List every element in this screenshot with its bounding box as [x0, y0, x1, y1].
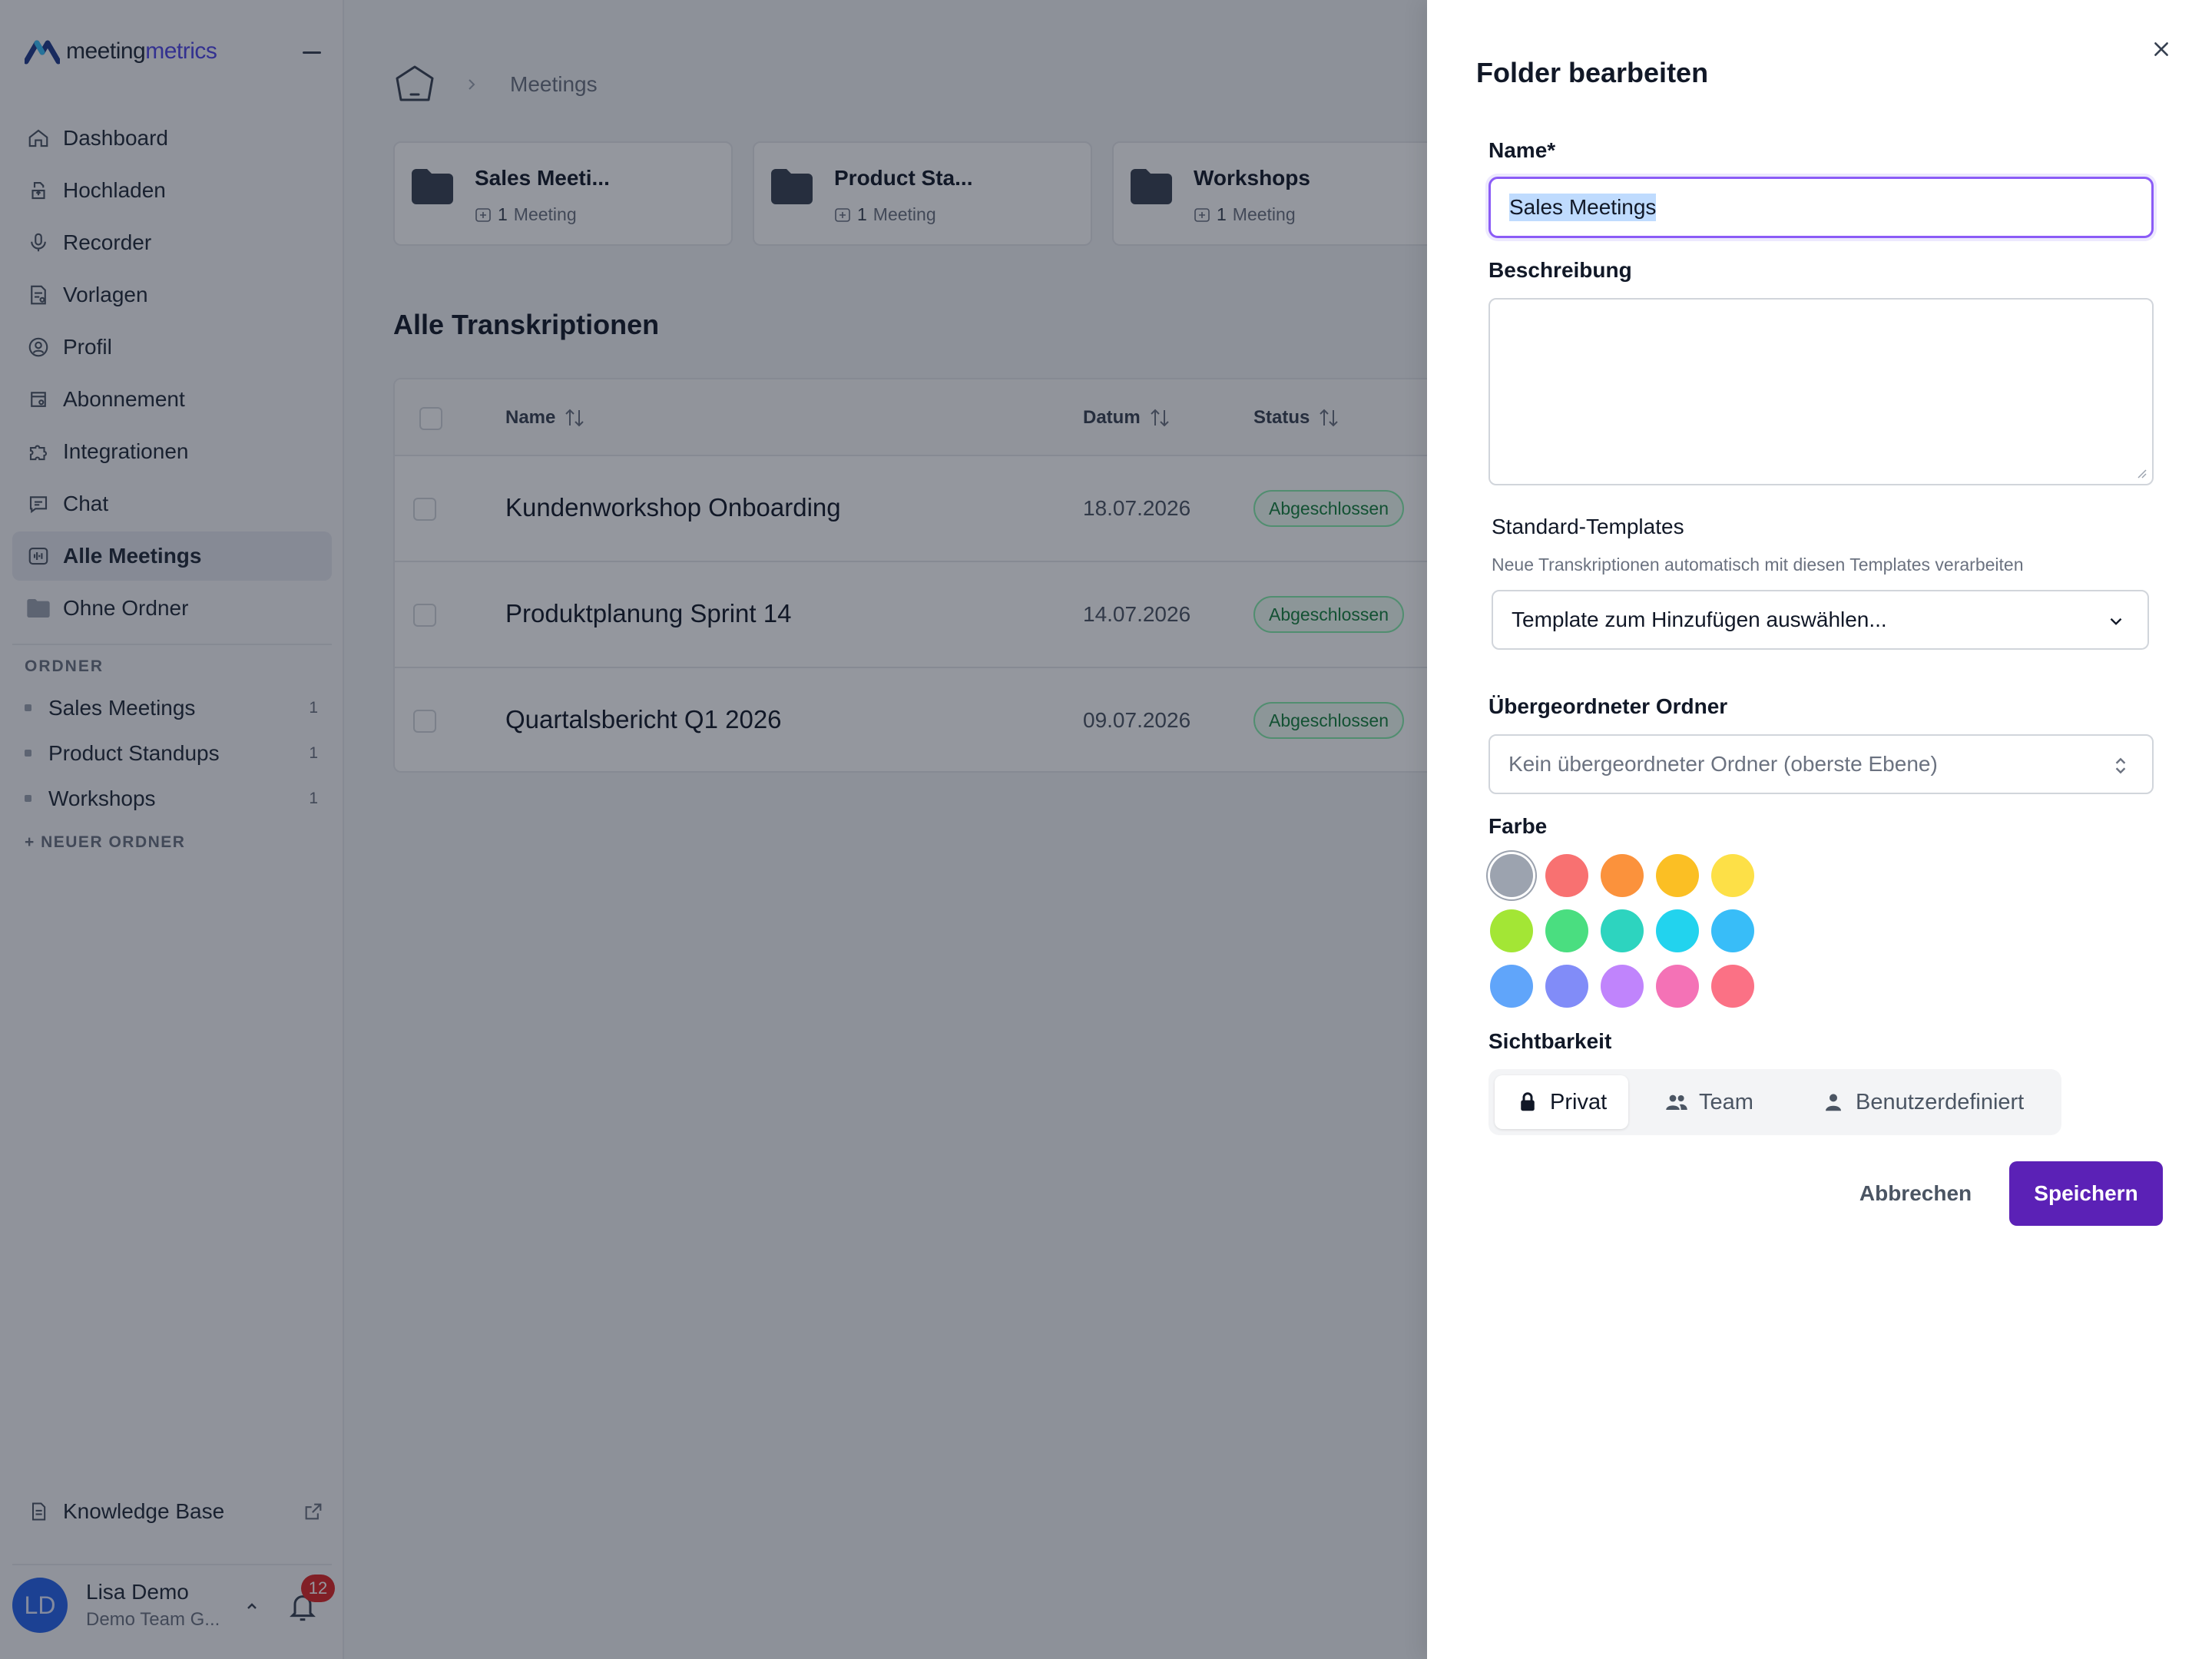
color-swatch[interactable] — [1601, 965, 1644, 1008]
color-swatch[interactable] — [1545, 854, 1588, 897]
visibility-option-label: Benutzerdefiniert — [1856, 1089, 2025, 1114]
parent-folder-value: Kein übergeordneter Ordner (oberste Eben… — [1508, 752, 1938, 776]
description-label: Beschreibung — [1488, 258, 1632, 282]
users-icon — [1666, 1094, 1687, 1110]
parent-folder-label: Übergeordneter Ordner — [1488, 694, 1728, 718]
templates-select[interactable]: Template zum Hinzufügen auswählen... — [1492, 590, 2149, 650]
color-swatch[interactable] — [1601, 854, 1644, 897]
visibility-option-label: Team — [1699, 1089, 1753, 1114]
color-swatch[interactable] — [1490, 965, 1533, 1008]
close-icon — [2154, 42, 2168, 56]
color-label: Farbe — [1488, 814, 1548, 838]
templates-help-text: Neue Transkriptionen automatisch mit die… — [1492, 555, 2024, 575]
visibility-option-private[interactable]: Privat — [1495, 1075, 1629, 1129]
cancel-button[interactable]: Abbrechen — [1846, 1161, 1985, 1226]
color-swatch[interactable] — [1711, 909, 1754, 952]
chevron-updown-icon — [2115, 757, 2126, 774]
name-input[interactable]: Sales Meetings — [1488, 177, 2154, 238]
modal-backdrop[interactable] — [0, 0, 1427, 1659]
lock-icon — [1521, 1092, 1535, 1111]
save-button[interactable]: Speichern — [2009, 1161, 2163, 1226]
resize-grip-icon[interactable] — [2134, 465, 2147, 479]
color-swatch[interactable] — [1545, 965, 1588, 1008]
color-swatch[interactable] — [1601, 909, 1644, 952]
templates-label: Standard-Templates — [1492, 515, 1684, 538]
visibility-label: Sichtbarkeit — [1488, 1029, 1612, 1053]
user-icon — [1826, 1094, 1841, 1111]
drawer-title: Folder bearbeiten — [1476, 57, 1709, 88]
color-swatch[interactable] — [1711, 854, 1754, 897]
color-swatch[interactable] — [1711, 965, 1754, 1008]
visibility-option-custom[interactable]: Benutzerdefiniert — [1800, 1075, 2045, 1129]
templates-select-value: Template zum Hinzufügen auswählen... — [1512, 608, 1887, 631]
close-button[interactable] — [2137, 25, 2186, 74]
description-textarea[interactable] — [1488, 298, 2154, 485]
visibility-option-team[interactable]: Team — [1644, 1075, 1775, 1129]
color-swatch[interactable] — [1545, 909, 1588, 952]
chevron-down-icon — [2110, 618, 2122, 625]
parent-folder-select[interactable]: Kein übergeordneter Ordner (oberste Eben… — [1488, 734, 2154, 794]
color-swatch[interactable] — [1656, 965, 1699, 1008]
visibility-segmented-control: Privat Team Benutzerdefiniert — [1488, 1069, 2061, 1135]
color-swatch[interactable] — [1656, 854, 1699, 897]
color-swatch[interactable] — [1656, 909, 1699, 952]
edit-folder-drawer: Folder bearbeiten Name* Sales Meetings B… — [1427, 0, 2212, 1659]
name-label: Name* — [1488, 138, 1556, 162]
color-swatch[interactable] — [1490, 854, 1533, 897]
name-input-value: Sales Meetings — [1509, 194, 1657, 221]
color-swatch[interactable] — [1490, 909, 1533, 952]
visibility-option-label: Privat — [1550, 1089, 1608, 1114]
